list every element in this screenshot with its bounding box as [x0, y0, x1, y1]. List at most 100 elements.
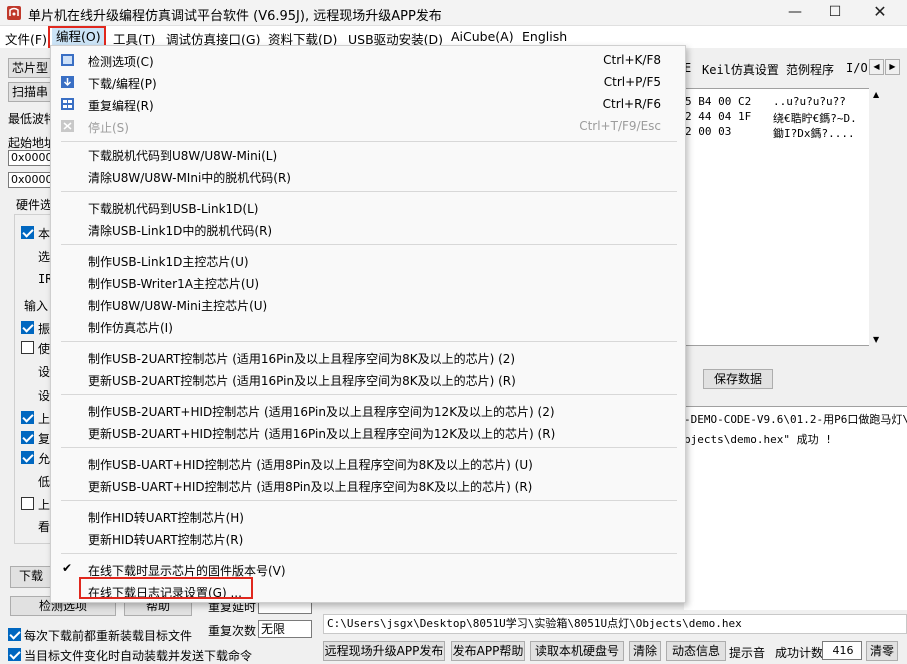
remote-upgrade-publish-button[interactable]: 远程现场升级APP发布: [323, 641, 445, 661]
log-line-2: bjects\demo.hex" 成功 !: [684, 433, 832, 446]
hex-scrollbar[interactable]: ▲ ▼: [869, 88, 886, 346]
scroll-up-icon[interactable]: ▲: [873, 90, 879, 99]
end-address-field[interactable]: 0x0000: [8, 172, 52, 188]
option-checkbox-7[interactable]: [21, 497, 34, 510]
menu-item-download-offline-u8w[interactable]: 下载脱机代码到U8W/U8W-Mini(L): [51, 143, 685, 165]
menu-item-stop[interactable]: 停止(S) Ctrl+T/F9/Esc: [51, 115, 685, 137]
menu-item-label: 下载/编程(P): [88, 77, 157, 91]
menu-separator: [61, 341, 677, 342]
tab-io[interactable]: I/O: [846, 61, 868, 75]
option-label-2: 选: [38, 250, 51, 264]
menu-item-update-uart-hid-chip[interactable]: 更新USB-UART+HID控制芯片 (适用8Pin及以上且程序空间为8K及以上…: [51, 474, 685, 496]
auto-reload-checkbox[interactable]: [8, 648, 21, 661]
option-checkbox-1[interactable]: [21, 226, 34, 239]
menu-item-label: 制作USB-2UART控制芯片 (适用16Pin及以上且程序空间为8K及以上的芯…: [88, 352, 516, 366]
ascii-row-2: 绕€聕眝€鎷?~D.: [773, 112, 857, 125]
option-label-6: 使: [38, 342, 51, 356]
menu-item-make-hid-uart-chip[interactable]: 制作HID转UART控制芯片(H): [51, 505, 685, 527]
option-label-7: 设: [38, 365, 51, 379]
option-label-9: 上: [38, 412, 51, 426]
menu-english[interactable]: English: [522, 29, 567, 44]
menu-aicube[interactable]: AiCube(A): [451, 29, 514, 44]
menu-item-make-uart-hid-chip[interactable]: 制作USB-UART+HID控制芯片 (适用8Pin及以上且程序空间为8K及以上…: [51, 452, 685, 474]
menu-item-clear-offline-link1d[interactable]: 清除USB-Link1D中的脱机代码(R): [51, 218, 685, 240]
hardware-options-tab[interactable]: 硬件选: [16, 196, 52, 213]
menu-item-shortcut: Ctrl+K/F8: [603, 53, 661, 67]
option-label-12: 低: [38, 475, 51, 489]
menu-file[interactable]: 文件(F): [5, 29, 47, 48]
menu-item-make-link1d-chip[interactable]: 制作USB-Link1D主控芯片(U): [51, 249, 685, 271]
tab-examples[interactable]: 范例程序: [786, 61, 834, 78]
stop-icon: [61, 120, 74, 132]
option-label-10: 复: [38, 432, 51, 446]
tab-scroll-right-icon[interactable]: ▶: [885, 59, 900, 75]
menu-item-make-2uart-hid-chip[interactable]: 制作USB-2UART+HID控制芯片 (适用16Pin及以上且程序空间为12K…: [51, 399, 685, 421]
option-label-4: 输入: [24, 299, 49, 313]
reload-each-checkbox[interactable]: [8, 628, 21, 641]
save-data-button[interactable]: 保存数据: [703, 369, 773, 389]
menu-item-update-2uart-chip[interactable]: 更新USB-2UART控制芯片 (适用16Pin及以上且程序空间为8K及以上的芯…: [51, 368, 685, 390]
menu-item-label: 制作USB-Link1D主控芯片(U): [88, 255, 249, 269]
retry-count-select[interactable]: 无限: [258, 620, 312, 638]
start-address-field[interactable]: 0x0000: [8, 150, 52, 166]
beep-label: 提示音: [729, 646, 766, 660]
minimize-button[interactable]: —: [775, 0, 815, 24]
chip-type-label[interactable]: 芯片型: [8, 58, 52, 78]
menu-separator: [61, 141, 677, 142]
menu-separator: [61, 394, 677, 395]
success-count-value: 416: [822, 641, 862, 660]
menu-item-update-hid-uart-chip[interactable]: 更新HID转UART控制芯片(R): [51, 527, 685, 549]
auto-reload-label: 当目标文件变化时自动装载并发送下载命令: [24, 649, 253, 663]
min-baud-label: 最低波特: [8, 112, 57, 126]
option-checkbox-3[interactable]: [21, 341, 34, 354]
program-menu-dropdown: 检测选项(C) Ctrl+K/F8 下载/编程(P) Ctrl+P/F5 重复编…: [50, 45, 686, 603]
menu-item-detect-options[interactable]: 检测选项(C) Ctrl+K/F8: [51, 49, 685, 71]
option-checkbox-2[interactable]: [21, 321, 34, 334]
menu-item-repeat-program[interactable]: 重复编程(R) Ctrl+R/F6: [51, 93, 685, 115]
hex-row-1: 5 B4 00 C2: [685, 95, 752, 108]
menu-item-label: 制作USB-2UART+HID控制芯片 (适用16Pin及以上且程序空间为12K…: [88, 405, 555, 419]
menu-item-make-writer1a-chip[interactable]: 制作USB-Writer1A主控芯片(U): [51, 271, 685, 293]
log-output[interactable]: -DEMO-CODE-V9.6\01.2-用P6口做跑马灯\ bjects\de…: [684, 406, 907, 610]
menu-separator: [61, 447, 677, 448]
menu-item-label: 检测选项(C): [88, 55, 154, 69]
repeat-icon: [61, 98, 74, 110]
read-disk-id-button[interactable]: 读取本机硬盘号: [530, 641, 624, 661]
option-label-5: 振: [38, 322, 51, 336]
scroll-down-icon[interactable]: ▼: [873, 335, 879, 344]
download-program-button[interactable]: 下载: [10, 566, 52, 588]
menu-item-label: 更新USB-UART+HID控制芯片 (适用8Pin及以上且程序空间为8K及以上…: [88, 480, 533, 494]
maximize-button[interactable]: ☐: [815, 0, 855, 24]
menu-item-update-2uart-hid-chip[interactable]: 更新USB-2UART+HID控制芯片 (适用16Pin及以上且程序空间为12K…: [51, 421, 685, 443]
menu-item-label: 停止(S): [88, 121, 129, 135]
publish-help-button[interactable]: 发布APP帮助: [451, 641, 525, 661]
hex-row-3: 2 00 03: [685, 125, 732, 138]
reload-each-label: 每次下载前都重新装载目标文件: [24, 629, 193, 643]
window-title: 单片机在线升级编程仿真调试平台软件 (V6.95J), 远程现场升级APP发布: [28, 9, 442, 24]
clear-log-button[interactable]: 清除: [629, 641, 661, 661]
tab-scroll-left-icon[interactable]: ◀: [869, 59, 884, 75]
tab-keil-settings[interactable]: Keil仿真设置: [702, 61, 779, 78]
checkmark-icon: ✔: [62, 561, 73, 575]
option-checkbox-4[interactable]: [21, 411, 34, 424]
menu-item-make-emulator-chip[interactable]: 制作仿真芯片(I): [51, 315, 685, 337]
start-address-label: 起始地址: [8, 136, 57, 150]
ascii-row-1: ..u?u?u?u??: [773, 95, 846, 108]
menu-item-download-offline-link1d[interactable]: 下载脱机代码到USB-Link1D(L): [51, 196, 685, 218]
option-checkbox-5[interactable]: [21, 431, 34, 444]
menu-item-label: 下载脱机代码到USB-Link1D(L): [88, 202, 259, 216]
hex-view[interactable]: 5 B4 00 C2 ..u?u?u?u?? 2 44 04 1F 绕€聕眝€鎷…: [684, 88, 883, 346]
close-button[interactable]: ✕: [860, 0, 900, 24]
menu-item-make-u8w-chip[interactable]: 制作U8W/U8W-Mini主控芯片(U): [51, 293, 685, 315]
scan-port-button[interactable]: 扫描串: [8, 82, 52, 102]
option-checkbox-6[interactable]: [21, 451, 34, 464]
menu-item-clear-offline-u8w[interactable]: 清除U8W/U8W-MIni中的脱机代码(R): [51, 165, 685, 187]
dynamic-info-button[interactable]: 动态信息: [666, 641, 726, 661]
log-settings-highlight-box: [79, 577, 253, 599]
menu-item-label: 制作HID转UART控制芯片(H): [88, 511, 244, 525]
menu-item-make-2uart-chip[interactable]: 制作USB-2UART控制芯片 (适用16Pin及以上且程序空间为8K及以上的芯…: [51, 346, 685, 368]
reset-count-button[interactable]: 清零: [866, 641, 898, 661]
title-bar: 单片机在线升级编程仿真调试平台软件 (V6.95J), 远程现场升级APP发布 …: [0, 0, 907, 26]
file-path-field[interactable]: C:\Users\jsgx\Desktop\8051U学习\实验箱\8051U点…: [323, 614, 907, 634]
menu-item-download-program[interactable]: 下载/编程(P) Ctrl+P/F5: [51, 71, 685, 93]
